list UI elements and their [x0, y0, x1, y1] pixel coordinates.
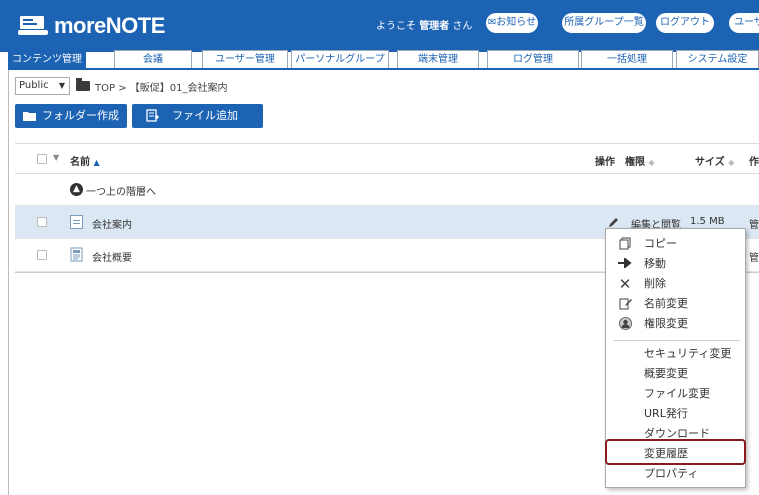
document-icon — [70, 215, 83, 229]
menu-item-url[interactable]: URL発行 — [606, 404, 745, 424]
column-ops: 操作 — [595, 157, 615, 168]
tab-log-management[interactable]: ログ管理 — [487, 50, 579, 69]
group-list-button[interactable]: 所属グループ一覧 — [562, 13, 646, 33]
scope-select[interactable]: Public ▼ — [15, 77, 70, 95]
table-header: ▼ 名前 ▲ 操作 権限 ◆ サイズ ◆ 作 — [15, 143, 759, 174]
app-header: moreNOTE ようこそ 管理者 さん ✉お知らせ 所属グループ一覧 ログアウ… — [0, 0, 759, 52]
arrow-right-icon — [618, 256, 632, 271]
app-logo[interactable]: moreNOTE — [18, 13, 165, 39]
sort-icon: ◆ — [728, 158, 735, 167]
select-all-checkbox[interactable] — [37, 154, 47, 164]
row-checkbox[interactable] — [37, 217, 47, 227]
folder-icon — [23, 112, 36, 121]
copy-icon — [618, 237, 632, 251]
arrow-up-icon: ▲ — [70, 183, 83, 196]
logo-icon — [18, 13, 48, 39]
menu-item-copy[interactable]: コピー — [606, 234, 745, 254]
sort-asc-icon: ▲ — [93, 158, 100, 167]
menu-divider — [614, 340, 740, 341]
size-value: 1.5 MB — [690, 216, 725, 227]
parent-link[interactable]: 一つ上の階層へ — [86, 183, 156, 198]
column-creator[interactable]: 作 — [749, 153, 759, 168]
add-file-button[interactable]: ファイル追加 — [132, 104, 263, 128]
close-icon: ✕ — [618, 275, 632, 293]
menu-item-file-change[interactable]: ファイル変更 — [606, 384, 745, 404]
column-perm[interactable]: 権限 ◆ — [625, 153, 655, 168]
parent-folder-row[interactable]: ▲ 一つ上の階層へ — [15, 174, 759, 206]
tab-batch[interactable]: 一括処理 — [581, 50, 673, 69]
menu-item-rename[interactable]: 名前変更 — [606, 294, 745, 314]
row-checkbox[interactable] — [37, 250, 47, 260]
pencil-icon[interactable] — [608, 216, 620, 228]
menu-item-delete[interactable]: ✕ 削除 — [606, 274, 745, 294]
file-name[interactable]: 会社概要 — [92, 249, 132, 264]
breadcrumb[interactable]: TOP > 【販促】01_会社案内 — [95, 79, 227, 94]
user-icon — [618, 317, 632, 331]
tab-system-settings[interactable]: システム設定 — [676, 50, 759, 69]
document-icon — [70, 247, 83, 262]
folder-icon — [76, 78, 90, 91]
sort-icon: ◆ — [648, 158, 655, 167]
content-border — [8, 70, 9, 495]
menu-item-move[interactable]: 移動 — [606, 254, 745, 274]
highlight-box — [605, 439, 746, 465]
user-name: 管理者 — [419, 21, 450, 32]
logout-button[interactable]: ログアウト — [656, 13, 714, 33]
rename-icon — [618, 297, 632, 311]
menu-item-summary[interactable]: 概要変更 — [606, 364, 745, 384]
news-button[interactable]: ✉お知らせ — [486, 13, 538, 33]
file-name[interactable]: 会社案内 — [92, 216, 132, 231]
column-size[interactable]: サイズ ◆ — [695, 153, 734, 168]
tab-device-management[interactable]: 端末管理 — [397, 50, 479, 69]
tab-contents[interactable]: コンテンツ管理 — [8, 50, 86, 69]
menu-item-security[interactable]: セキュリティ変更 — [606, 344, 745, 364]
column-name[interactable]: 名前 ▲ — [70, 153, 100, 168]
main-tabs: コンテンツ管理 会議 ユーザー管理 パーソナルグループ 端末管理 ログ管理 一括… — [8, 50, 759, 69]
file-add-icon — [146, 109, 159, 122]
menu-item-properties[interactable]: プロパティ — [606, 464, 745, 484]
tab-meeting[interactable]: 会議 — [114, 50, 192, 69]
welcome-text: ようこそ 管理者 さん — [376, 21, 473, 32]
user-button[interactable]: ユーザ — [729, 13, 759, 33]
tab-underline — [8, 68, 759, 70]
creator-value: 管 — [749, 253, 759, 264]
tab-user-management[interactable]: ユーザー管理 — [202, 50, 288, 69]
tab-personal-group[interactable]: パーソナルグループ — [291, 50, 389, 69]
menu-item-permission[interactable]: 権限変更 — [606, 314, 745, 334]
creator-value: 管 — [749, 220, 759, 231]
chevron-down-icon[interactable]: ▼ — [53, 153, 59, 162]
chevron-down-icon: ▼ — [58, 81, 65, 90]
app-name: moreNOTE — [54, 13, 165, 38]
create-folder-button[interactable]: フォルダー作成 — [15, 104, 127, 128]
